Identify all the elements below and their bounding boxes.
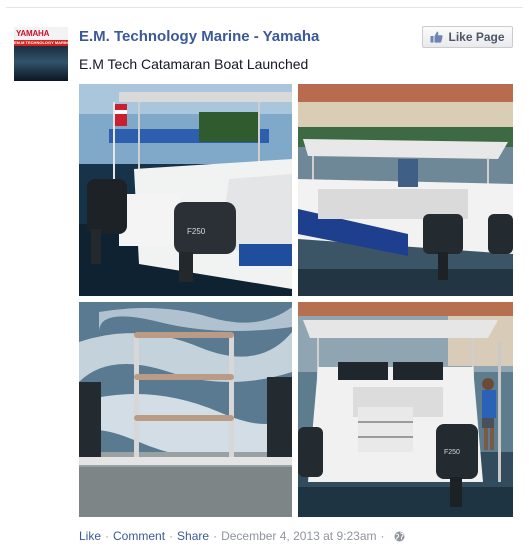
- like-link[interactable]: Like: [79, 529, 101, 543]
- comment-link[interactable]: Comment: [113, 529, 165, 543]
- photo-2[interactable]: [298, 84, 513, 296]
- boarding-ladder-image: [79, 302, 292, 517]
- post-text: E.M Tech Catamaran Boat Launched: [79, 56, 309, 72]
- engine-label: F250: [444, 449, 460, 456]
- catamaran-deck-image: [298, 84, 513, 296]
- photo-3[interactable]: [79, 302, 292, 517]
- separator: ·: [380, 529, 385, 543]
- engine-label: F250: [187, 227, 206, 236]
- photo-4[interactable]: F250: [298, 302, 513, 517]
- thumbs-up-icon: [430, 31, 444, 43]
- avatar-storefront-image: [14, 46, 68, 81]
- divider: [6, 7, 523, 8]
- share-link[interactable]: Share: [177, 529, 209, 543]
- separator: ·: [213, 529, 218, 543]
- separator: ·: [105, 529, 110, 543]
- timestamp-link[interactable]: December 4, 2013 at 9:23am: [221, 529, 376, 543]
- photo-1[interactable]: F250: [79, 84, 292, 296]
- page-name-link[interactable]: E.M. Technology Marine - Yamaha: [79, 28, 319, 45]
- catamaran-rear-deck-image: F250: [298, 302, 513, 517]
- catamaran-stern-image: F250: [79, 84, 292, 296]
- like-page-label: Like Page: [448, 30, 505, 44]
- post-actions: Like · Comment · Share · December 4, 201…: [79, 529, 405, 543]
- separator: ·: [169, 529, 174, 543]
- avatar-brand-logo: YAMAHA: [14, 27, 68, 40]
- globe-icon[interactable]: [394, 531, 405, 542]
- like-page-button[interactable]: Like Page: [422, 26, 513, 48]
- page-avatar[interactable]: YAMAHA EM.M TECHNOLOGY MARINE BOAT SHOP: [14, 27, 68, 81]
